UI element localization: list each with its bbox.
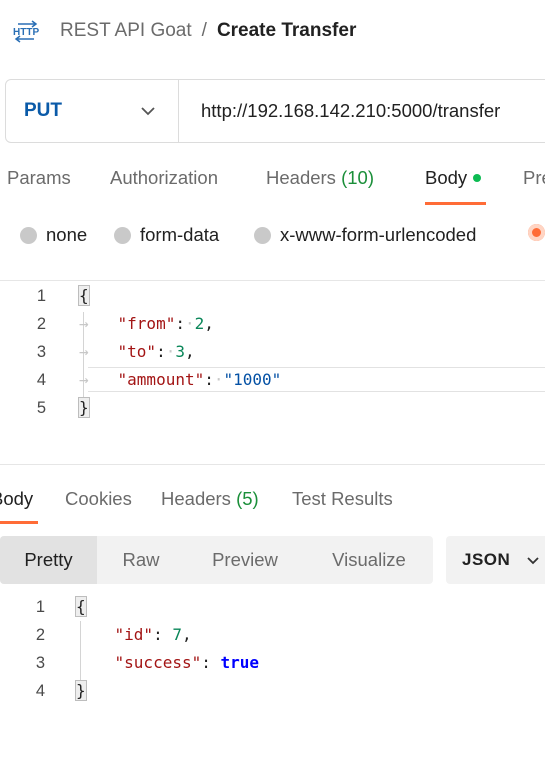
open-brace: { [75,596,87,617]
line-number: 1 [36,287,46,305]
line-number: 3 [35,654,45,672]
collection-name[interactable]: REST API Goat [60,20,192,42]
radio-circle-icon [254,226,271,244]
json-value: true [220,653,260,672]
svg-text:HTTP: HTTP [13,27,39,38]
tab-pre-request-script[interactable]: Pre [523,167,545,189]
radio-form-data-label: form-data [140,224,220,245]
json-key: "success" [114,653,202,672]
json-value: 2 [194,314,205,333]
json-comma: , [184,342,195,361]
radio-circle-icon [20,226,37,244]
code-line: → "to":·3, [79,342,195,361]
tab-authorization[interactable]: Authorization [110,167,218,189]
response-headers-count: (5) [236,488,259,509]
code-line: { [75,596,87,617]
tab-body-label: Body [425,167,468,188]
body-indicator-dot [473,174,482,183]
editor-top-divider [0,280,545,281]
chevron-down-icon [527,556,539,564]
json-comma: , [204,314,214,333]
open-brace: { [78,285,90,306]
line-number: 1 [35,598,45,616]
json-value: 7 [172,625,182,644]
response-tab-cookies[interactable]: Cookies [65,488,132,510]
view-raw[interactable]: Raw [97,536,185,584]
headers-count: (10) [341,167,374,188]
request-tabs: Params Authorization Headers (10) Body P… [0,167,545,205]
chevron-down-icon [141,107,155,116]
tab-body[interactable]: Body [425,167,482,189]
pane-resize-divider[interactable] [0,464,545,465]
body-type-options: none form-data x-www-form-urlencoded [0,224,545,250]
line-number: 3 [36,343,46,361]
code-line: "success": true [114,653,260,672]
format-label: JSON [462,550,511,569]
close-brace: } [78,397,90,418]
response-tabs: Body Cookies Headers (5) Test Results [0,488,545,524]
response-tab-headers[interactable]: Headers (5) [161,488,259,510]
response-view-switcher: Pretty Raw Preview Visualize [0,536,433,584]
view-visualize[interactable]: Visualize [305,536,433,584]
breadcrumb: HTTP REST API Goat / Create Transfer [12,14,356,48]
response-headers-label: Headers [161,488,231,509]
code-line: { [78,285,90,306]
code-line: } [78,397,90,418]
response-tab-body[interactable]: Body [0,488,33,510]
http-request-icon: HTTP [13,20,39,43]
view-pretty[interactable]: Pretty [0,536,97,584]
radio-circle-icon [114,226,131,244]
radio-raw[interactable] [528,224,545,241]
json-key: "from" [117,314,176,333]
radio-form-data[interactable]: form-data [114,224,219,246]
line-number: 4 [35,682,45,700]
radio-x-www-form-urlencoded[interactable]: x-www-form-urlencoded [254,224,476,246]
line-number: 5 [36,399,46,417]
code-line: → "ammount":·"1000" [79,370,282,389]
json-key: "to" [117,342,157,361]
url-bar: PUT http://192.168.142.210:5000/transfer [5,79,545,143]
tab-headers[interactable]: Headers (10) [266,167,374,189]
line-number: 2 [35,626,45,644]
radio-urlencoded-label: x-www-form-urlencoded [280,224,477,245]
url-input[interactable]: http://192.168.142.210:5000/transfer [201,80,500,142]
json-value: 3 [175,342,185,361]
active-tab-underline [425,202,486,205]
line-number: 2 [36,315,46,333]
request-name[interactable]: Create Transfer [217,20,356,42]
indent-guide [83,312,84,400]
indent-guide [80,621,81,681]
active-response-tab-underline [0,521,38,524]
format-select[interactable]: JSON [446,536,545,584]
tab-params[interactable]: Params [7,167,71,189]
response-tab-test-results[interactable]: Test Results [292,488,393,510]
json-key: "id" [114,625,154,644]
breadcrumb-separator: / [201,20,207,41]
view-preview[interactable]: Preview [185,536,305,584]
radio-selected-icon [528,224,545,241]
json-key: "ammount" [117,370,205,389]
method-select[interactable]: PUT [6,80,179,142]
json-value: "1000" [223,370,282,389]
code-line: } [75,680,87,701]
line-number: 4 [36,371,46,389]
code-line: → "from":·2, [79,314,214,333]
radio-none[interactable]: none [20,224,87,246]
code-line: "id": 7, [114,625,192,644]
method-label: PUT [24,100,62,121]
radio-none-label: none [46,224,88,245]
json-comma: , [181,625,192,644]
current-line-highlight [88,367,545,392]
close-brace: } [75,680,87,701]
tab-headers-label: Headers [266,167,336,188]
